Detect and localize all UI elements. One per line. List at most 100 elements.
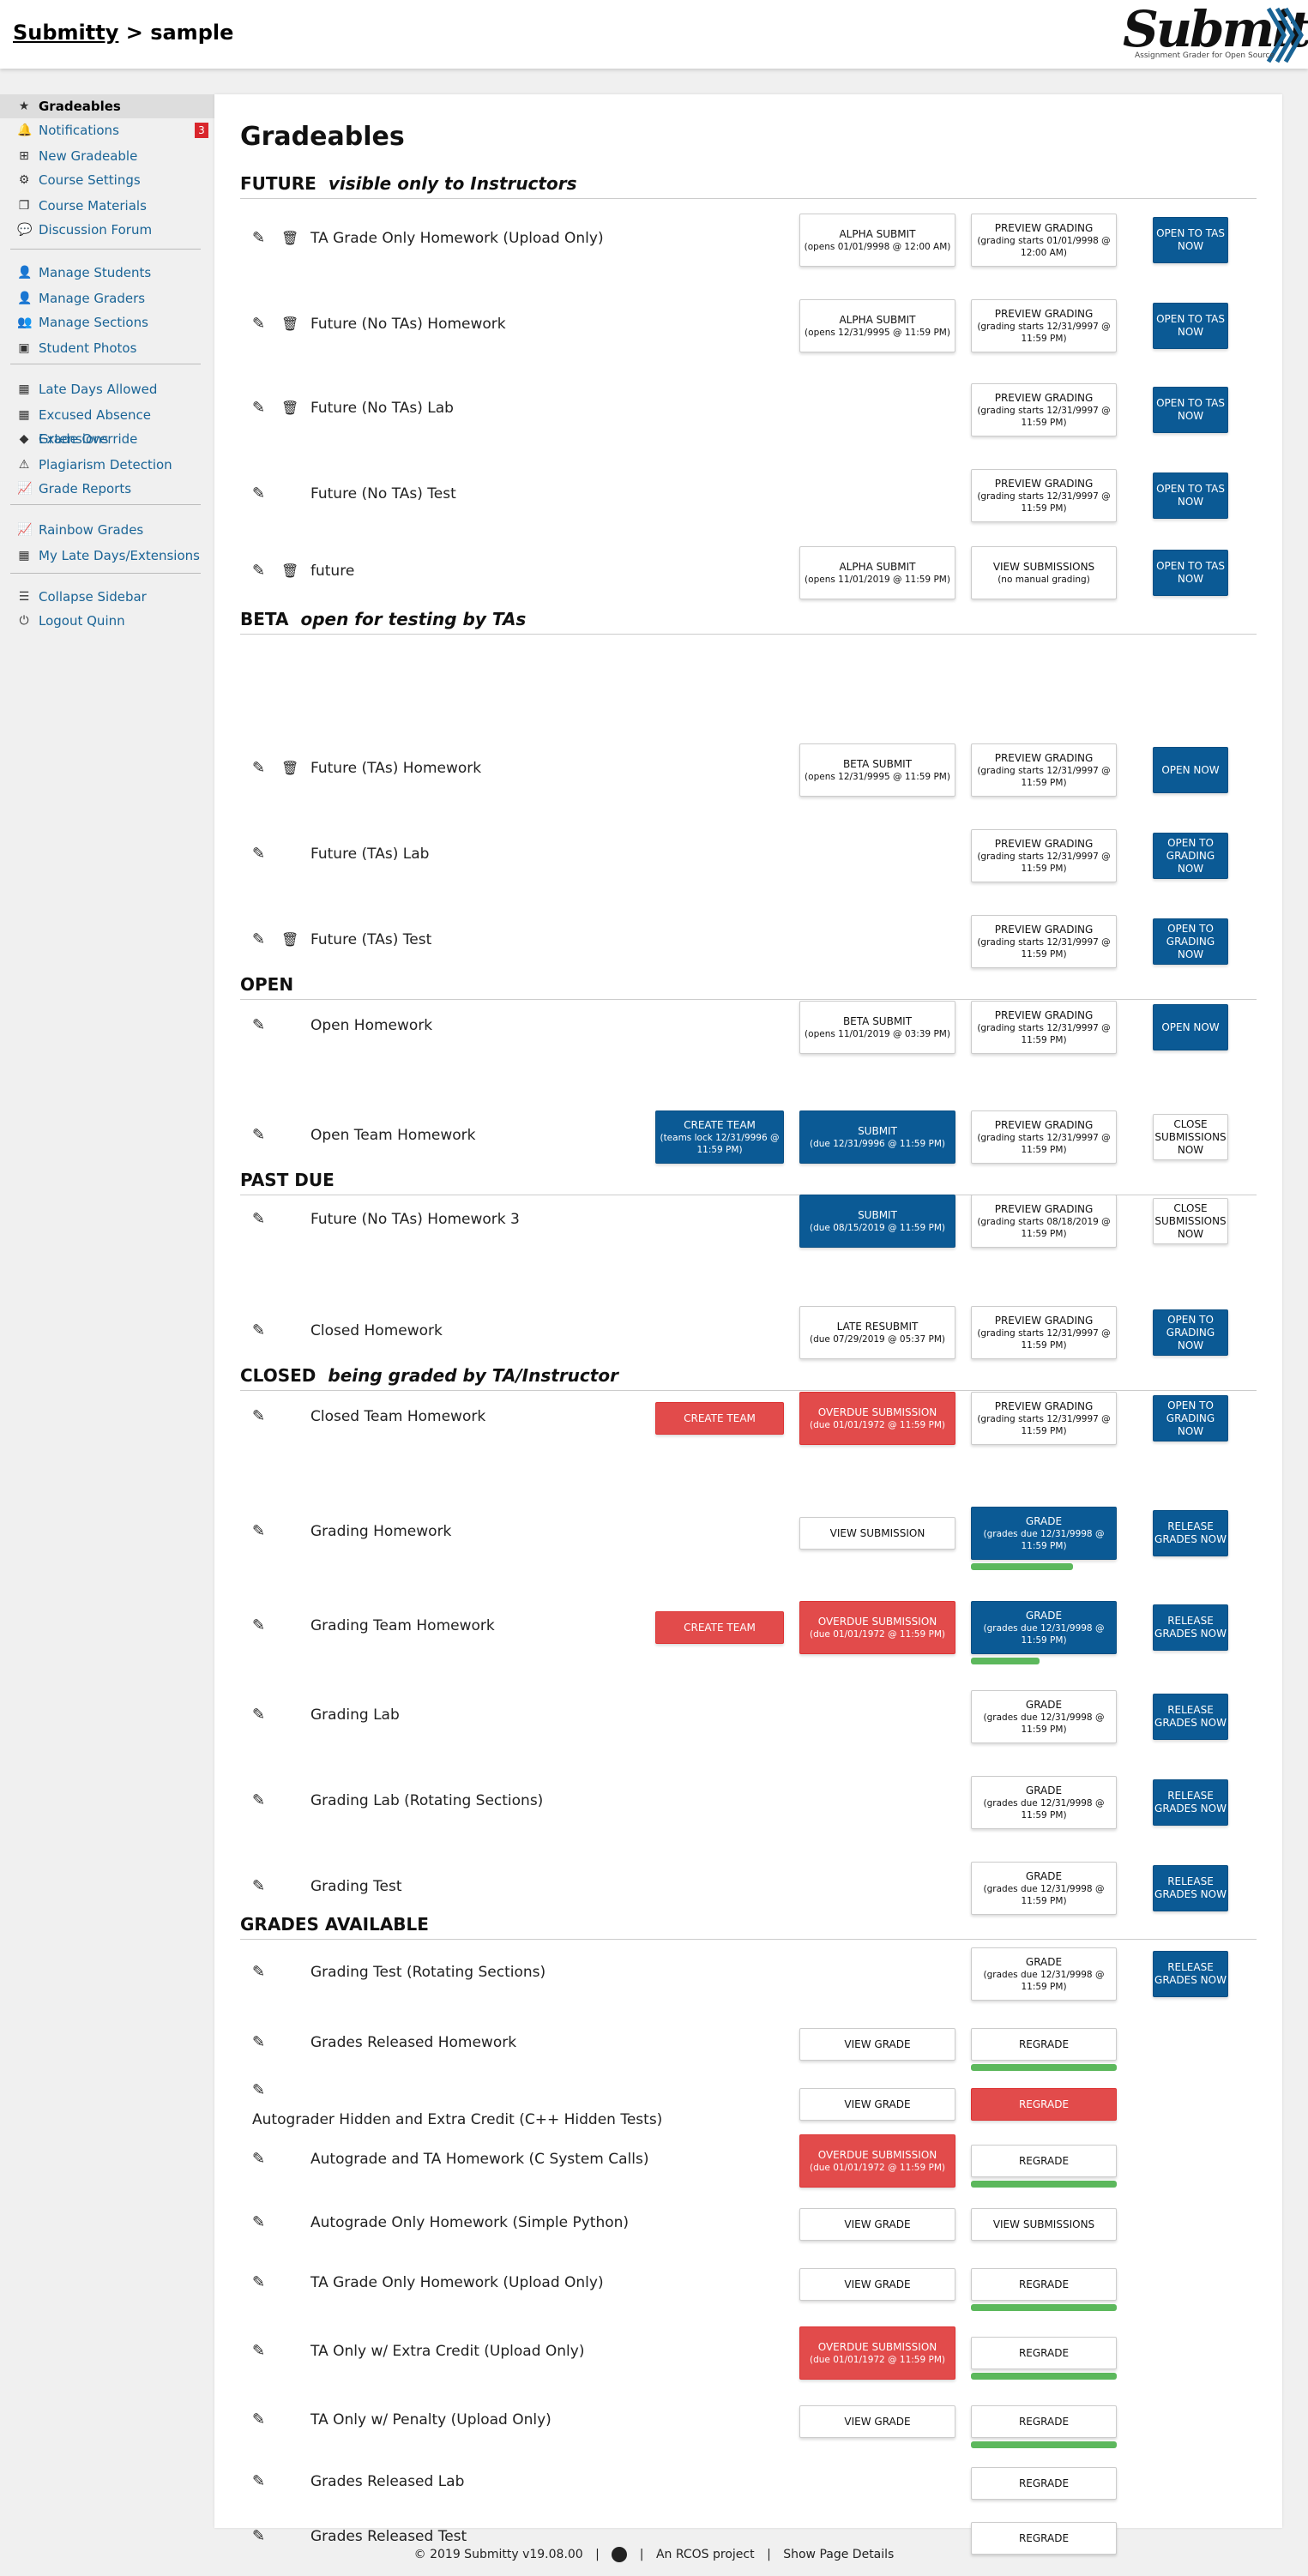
edit-pencil-icon[interactable]: ✎ — [252, 2473, 269, 2490]
action-button[interactable]: OPEN TO TAS NOW — [1153, 472, 1228, 519]
grade-button[interactable]: PREVIEW GRADING (grading starts 01/01/999… — [971, 214, 1117, 267]
submit-button[interactable]: VIEW SUBMISSION — [799, 1517, 955, 1550]
sidebar-item-late-days-allowed[interactable]: ▦ Late Days Allowed — [0, 377, 214, 401]
submit-button[interactable]: VIEW GRADE — [799, 2405, 955, 2438]
submit-button[interactable]: BETA SUBMIT (opens 11/01/2019 @ 03:39 PM) — [799, 1001, 955, 1054]
grade-button[interactable]: REGRADE — [971, 2088, 1117, 2121]
edit-pencil-icon[interactable]: ✎ — [252, 2343, 269, 2360]
edit-pencil-icon[interactable]: ✎ — [252, 2214, 269, 2231]
grade-button[interactable]: REGRADE — [971, 2337, 1117, 2369]
grade-button[interactable]: REGRADE — [971, 2268, 1117, 2301]
sidebar-item-manage-graders[interactable]: 👤 Manage Graders — [0, 286, 214, 310]
action-button[interactable]: OPEN TO TAS NOW — [1153, 550, 1228, 596]
github-icon[interactable] — [612, 2547, 628, 2562]
edit-pencil-icon[interactable]: ✎ — [252, 485, 269, 503]
submit-button[interactable]: VIEW GRADE — [799, 2208, 955, 2241]
submit-button[interactable]: ALPHA SUBMIT (opens 11/01/2019 @ 11:59 PM… — [799, 546, 955, 599]
action-button[interactable]: OPEN TO TAS NOW — [1153, 217, 1228, 263]
edit-pencil-icon[interactable]: ✎ — [252, 1523, 269, 1540]
submit-button[interactable]: SUBMIT (due 08/15/2019 @ 11:59 PM) — [799, 1195, 955, 1248]
action-button[interactable]: OPEN TO GRADING NOW — [1153, 1395, 1228, 1441]
edit-pencil-icon[interactable]: ✎ — [252, 760, 269, 777]
action-button[interactable]: OPEN TO TAS NOW — [1153, 387, 1228, 433]
action-button[interactable]: RELEASE GRADES NOW — [1153, 1951, 1228, 1997]
submitty-logo[interactable]: Submitty Assignment Grader for Open Sour… — [1119, 0, 1308, 69]
edit-pencil-icon[interactable]: ✎ — [252, 1964, 269, 1981]
edit-pencil-icon[interactable]: ✎ — [252, 1617, 269, 1634]
grade-button[interactable]: PREVIEW GRADING (grading starts 08/18/201… — [971, 1195, 1117, 1248]
grade-button[interactable]: PREVIEW GRADING (grading starts 12/31/999… — [971, 1110, 1117, 1164]
grade-button[interactable]: PREVIEW GRADING (grading starts 12/31/999… — [971, 743, 1117, 797]
edit-pencil-icon[interactable]: ✎ — [252, 1211, 269, 1228]
sidebar-item-new-gradeable[interactable]: ⊞ New Gradeable — [0, 144, 214, 168]
grade-button[interactable]: REGRADE — [971, 2145, 1117, 2177]
delete-trash-icon[interactable]: 🗑 — [281, 400, 298, 417]
action-button[interactable]: OPEN TO GRADING NOW — [1153, 918, 1228, 965]
sidebar-item-logout-quinn[interactable]: ⏻ Logout Quinn — [0, 609, 214, 633]
edit-pencil-icon[interactable]: ✎ — [252, 316, 269, 333]
submit-button[interactable]: ALPHA SUBMIT (opens 12/31/9995 @ 11:59 PM… — [799, 299, 955, 352]
sidebar-item-grade-override[interactable]: ◆ Grade Override — [0, 427, 214, 451]
action-button[interactable]: OPEN TO GRADING NOW — [1153, 1309, 1228, 1356]
sidebar-item-plagiarism-detection[interactable]: ⚠ Plagiarism Detection — [0, 453, 214, 477]
sidebar-item-manage-students[interactable]: 👤 Manage Students — [0, 261, 214, 285]
breadcrumb-home-link[interactable]: Submitty — [13, 21, 118, 45]
grade-button[interactable]: PREVIEW GRADING (grading starts 12/31/999… — [971, 299, 1117, 352]
action-button[interactable]: CLOSE SUBMISSIONS NOW — [1153, 1198, 1228, 1244]
delete-trash-icon[interactable]: 🗑 — [281, 760, 298, 777]
submit-button[interactable]: OVERDUE SUBMISSION (due 01/01/1972 @ 11:5… — [799, 2134, 955, 2188]
edit-pencil-icon[interactable]: ✎ — [252, 931, 269, 948]
submit-button[interactable]: BETA SUBMIT (opens 12/31/9995 @ 11:59 PM) — [799, 743, 955, 797]
grade-button[interactable]: GRADE (grades due 12/31/9998 @ 11:59 PM) — [971, 1601, 1117, 1654]
edit-pencil-icon[interactable]: ✎ — [252, 563, 269, 580]
sidebar-item-my-late-days-extensions[interactable]: ▦ My Late Days/Extensions — [0, 544, 214, 568]
action-button[interactable]: RELEASE GRADES NOW — [1153, 1865, 1228, 1911]
action-button[interactable]: RELEASE GRADES NOW — [1153, 1510, 1228, 1556]
delete-trash-icon[interactable]: 🗑 — [281, 563, 298, 580]
footer-rcos-link[interactable]: An RCOS project — [656, 2548, 755, 2561]
edit-pencil-icon[interactable]: ✎ — [252, 2528, 269, 2545]
action-button[interactable]: RELEASE GRADES NOW — [1153, 1604, 1228, 1651]
sidebar-item-gradeables[interactable]: ★ Gradeables — [0, 94, 214, 118]
grade-button[interactable]: PREVIEW GRADING (grading starts 12/31/999… — [971, 1306, 1117, 1359]
edit-pencil-icon[interactable]: ✎ — [252, 1706, 269, 1724]
edit-pencil-icon[interactable]: ✎ — [252, 1322, 269, 1339]
delete-trash-icon[interactable]: 🗑 — [281, 931, 298, 948]
grade-button[interactable]: PREVIEW GRADING (grading starts 12/31/999… — [971, 915, 1117, 968]
action-button[interactable]: RELEASE GRADES NOW — [1153, 1779, 1228, 1826]
edit-pencil-icon[interactable]: ✎ — [252, 2082, 269, 2099]
delete-trash-icon[interactable]: 🗑 — [281, 230, 298, 247]
grade-button[interactable]: REGRADE — [971, 2028, 1117, 2061]
grade-button[interactable]: GRADE (grades due 12/31/9998 @ 11:59 PM) — [971, 1776, 1117, 1829]
submit-button[interactable]: VIEW GRADE — [799, 2028, 955, 2061]
edit-pencil-icon[interactable]: ✎ — [252, 1792, 269, 1809]
submit-button[interactable]: OVERDUE SUBMISSION (due 01/01/1972 @ 11:5… — [799, 2326, 955, 2380]
delete-trash-icon[interactable]: 🗑 — [281, 316, 298, 333]
submit-button[interactable]: OVERDUE SUBMISSION (due 01/01/1972 @ 11:5… — [799, 1392, 955, 1445]
edit-pencil-icon[interactable]: ✎ — [252, 1408, 269, 1425]
grade-button[interactable]: PREVIEW GRADING (grading starts 12/31/999… — [971, 469, 1117, 522]
grade-button[interactable]: PREVIEW GRADING (grading starts 12/31/999… — [971, 1392, 1117, 1445]
grade-button[interactable]: VIEW SUBMISSIONS — [971, 2208, 1117, 2241]
grade-button[interactable]: VIEW SUBMISSIONS (no manual grading) — [971, 546, 1117, 599]
edit-pencil-icon[interactable]: ✎ — [252, 1878, 269, 1895]
team-button[interactable]: CREATE TEAM — [655, 1611, 784, 1644]
action-button[interactable]: OPEN NOW — [1153, 747, 1228, 793]
action-button[interactable]: CLOSE SUBMISSIONS NOW — [1153, 1114, 1228, 1160]
team-button[interactable]: CREATE TEAM (teams lock 12/31/9996 @ 11:5… — [655, 1110, 784, 1164]
submit-button[interactable]: VIEW GRADE — [799, 2268, 955, 2301]
submit-button[interactable]: SUBMIT (due 12/31/9996 @ 11:59 PM) — [799, 1110, 955, 1164]
grade-button[interactable]: PREVIEW GRADING (grading starts 12/31/999… — [971, 829, 1117, 882]
grade-button[interactable]: PREVIEW GRADING (grading starts 12/31/999… — [971, 383, 1117, 436]
sidebar-item-collapse-sidebar[interactable]: ☰ Collapse Sidebar — [0, 585, 214, 609]
edit-pencil-icon[interactable]: ✎ — [252, 2411, 269, 2429]
team-button[interactable]: CREATE TEAM — [655, 1402, 784, 1435]
sidebar-item-course-materials[interactable]: ❐ Course Materials — [0, 194, 214, 218]
edit-pencil-icon[interactable]: ✎ — [252, 2151, 269, 2168]
grade-button[interactable]: GRADE (grades due 12/31/9998 @ 11:59 PM) — [971, 1690, 1117, 1743]
edit-pencil-icon[interactable]: ✎ — [252, 846, 269, 863]
sidebar-item-course-settings[interactable]: ⚙ Course Settings — [0, 168, 214, 192]
footer-page-details-link[interactable]: Show Page Details — [783, 2548, 894, 2561]
sidebar-item-manage-sections[interactable]: 👥 Manage Sections — [0, 310, 214, 334]
grade-button[interactable]: PREVIEW GRADING (grading starts 12/31/999… — [971, 1001, 1117, 1054]
